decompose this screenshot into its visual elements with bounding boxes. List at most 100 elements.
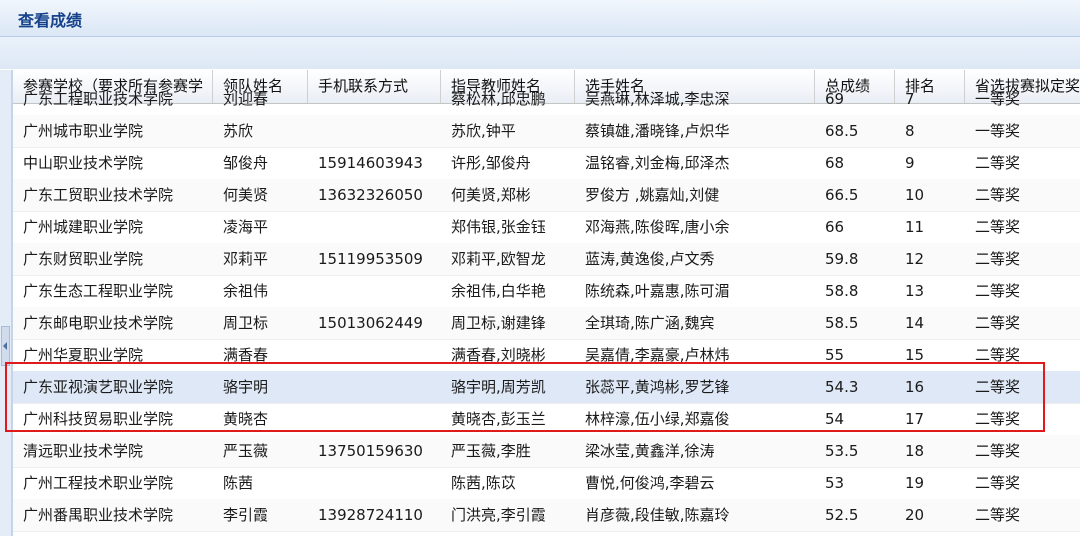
cell-award: 二等奖 bbox=[975, 154, 1021, 172]
cell-players: 蔡镇雄,潘晓锋,卢炽华 bbox=[585, 122, 730, 140]
cell-award: 二等奖 bbox=[975, 410, 1021, 428]
table-row[interactable]: 广州城建职业学院 凌海平 郑伟银,张金钰 邓海燕,陈俊晖,唐小余 66 11 二等奖 bbox=[13, 211, 1080, 244]
cell-teacher: 何美贤,郑彬 bbox=[451, 186, 531, 204]
cell-rank: 16 bbox=[905, 378, 925, 396]
table-row[interactable]: 广州城市职业学院 苏欣 苏欣,钟平 蔡镇雄,潘晓锋,卢炽华 68.5 8 一等奖 bbox=[13, 115, 1080, 148]
cell-rank: 7 bbox=[905, 90, 915, 108]
table-row[interactable]: 广东邮电职业技术学院 周卫标 15013062449 周卫标,谢建锋 全琪琦,陈广涵,魏… bbox=[13, 307, 1080, 340]
cell-teacher: 蔡松林,邱忠鹏 bbox=[451, 90, 546, 108]
table-row[interactable]: 清远职业技术学院 严玉薇 13750159630 严玉薇,李胜 梁冰莹,黄鑫洋,徐涛 53… bbox=[13, 435, 1080, 468]
cell-leader: 周卫标 bbox=[223, 314, 269, 332]
cell-award: 二等奖 bbox=[975, 442, 1021, 460]
cell-award: 一等奖 bbox=[975, 90, 1021, 108]
cell-school: 清远职业技术学院 bbox=[23, 442, 144, 460]
cell-phone bbox=[308, 403, 441, 435]
cell-rank: 12 bbox=[905, 250, 925, 268]
cell-players: 全琪琦,陈广涵,魏宾 bbox=[585, 314, 715, 332]
cell-score: 68.5 bbox=[825, 122, 859, 140]
cell-rank: 17 bbox=[905, 410, 925, 428]
cell-phone: 15119953509 bbox=[318, 250, 423, 268]
cell-players: 罗俊方 ,姚嘉灿,刘健 bbox=[585, 186, 720, 204]
window-title: 查看成绩 bbox=[18, 11, 83, 30]
cell-school: 广州工程技术职业学院 bbox=[23, 474, 174, 492]
cell-score: 59.8 bbox=[825, 250, 859, 268]
table-row[interactable]: 广州科技贸易职业学院 黄晓杏 黄晓杏,彭玉兰 林梓濠,伍小绿,郑嘉俊 54 17 二等奖 bbox=[13, 403, 1080, 436]
cell-teacher: 邓莉平,欧智龙 bbox=[451, 250, 546, 268]
toolbar bbox=[0, 37, 1080, 69]
cell-school: 广东工程职业技术学院 bbox=[23, 90, 174, 108]
table-row[interactable]: 广州华夏职业学院 满香春 满香春,刘晓彬 吴嘉倩,李嘉豪,卢林炜 55 15 二等奖 bbox=[13, 339, 1080, 372]
table-row[interactable]: 广东工程职业技术学院 刘迎春 蔡松林,邱忠鹏 吴燕琳,林泽城,李忠深 69 7 一等奖 bbox=[13, 83, 1080, 116]
cell-phone bbox=[308, 467, 441, 499]
cell-rank: 8 bbox=[905, 122, 915, 140]
cell-award: 一等奖 bbox=[975, 122, 1021, 140]
cell-school: 广东工贸职业技术学院 bbox=[23, 186, 174, 204]
side-splitter[interactable] bbox=[0, 70, 12, 536]
cell-score: 66 bbox=[825, 218, 845, 236]
cell-phone bbox=[308, 371, 441, 403]
cell-score: 53.5 bbox=[825, 442, 859, 460]
cell-leader: 凌海平 bbox=[223, 218, 269, 236]
cell-school: 广州科技贸易职业学院 bbox=[23, 410, 174, 428]
cell-phone: 13928724110 bbox=[318, 506, 423, 524]
cell-teacher: 余祖伟,白华艳 bbox=[451, 282, 546, 300]
cell-award: 二等奖 bbox=[975, 186, 1021, 204]
cell-leader: 满香春 bbox=[223, 346, 269, 364]
cell-score: 54.3 bbox=[825, 378, 859, 396]
cell-leader: 陈茜 bbox=[223, 474, 254, 492]
cell-school: 广州番禺职业技术学院 bbox=[23, 506, 174, 524]
cell-school: 中山职业技术学院 bbox=[23, 154, 144, 172]
table-row[interactable]: 广州工程技术职业学院 陈茜 陈茜,陈苡 曹悦,何俊鸿,李碧云 53 19 二等奖 bbox=[13, 467, 1080, 500]
table-row[interactable]: 广东财贸职业学院 邓莉平 15119953509 邓莉平,欧智龙 蓝涛,黄逸俊,卢文秀 5… bbox=[13, 243, 1080, 276]
cell-award: 二等奖 bbox=[975, 506, 1021, 524]
cell-phone: 15914603943 bbox=[318, 154, 423, 172]
cell-award: 二等奖 bbox=[975, 282, 1021, 300]
table-row[interactable]: 广州番禺职业技术学院 李引霞 13928724110 门洪亮,李引霞 肖彦薇,段佳敏,陈… bbox=[13, 499, 1080, 532]
table-row[interactable]: 中山职业技术学院 邹俊舟 15914603943 许彤,邹俊舟 温铭睿,刘金梅,邱泽杰 6… bbox=[13, 147, 1080, 180]
cell-leader: 李引霞 bbox=[223, 506, 269, 524]
score-grid: 参赛学校（要求所有参赛学 领队姓名 手机联系方式 指导教师姓名 选手姓名 总成绩… bbox=[12, 70, 1080, 536]
cell-players: 蓝涛,黄逸俊,卢文秀 bbox=[585, 250, 715, 268]
cell-players: 张蕊平,黄鸿彬,罗艺锋 bbox=[585, 378, 730, 396]
cell-players: 吴燕琳,林泽城,李忠深 bbox=[585, 90, 730, 108]
cell-teacher: 门洪亮,李引霞 bbox=[451, 506, 546, 524]
table-row[interactable]: 广东工贸职业技术学院 何美贤 13632326050 何美贤,郑彬 罗俊方 ,姚嘉灿,刘… bbox=[13, 179, 1080, 212]
cell-teacher: 郑伟银,张金钰 bbox=[451, 218, 546, 236]
cell-score: 69 bbox=[825, 90, 845, 108]
cell-teacher: 周卫标,谢建锋 bbox=[451, 314, 546, 332]
cell-phone: 15013062449 bbox=[318, 314, 423, 332]
cell-phone bbox=[308, 339, 441, 371]
cell-rank: 20 bbox=[905, 506, 925, 524]
table-row[interactable]: 广东生态工程职业学院 余祖伟 余祖伟,白华艳 陈统森,叶嘉惠,陈可湄 58.8 13 二等奖 bbox=[13, 275, 1080, 308]
cell-leader: 骆宇明 bbox=[223, 378, 269, 396]
cell-teacher: 陈茜,陈苡 bbox=[451, 474, 516, 492]
cell-leader: 何美贤 bbox=[223, 186, 269, 204]
cell-award: 二等奖 bbox=[975, 474, 1021, 492]
cell-players: 曹悦,何俊鸿,李碧云 bbox=[585, 474, 715, 492]
cell-rank: 11 bbox=[905, 218, 925, 236]
cell-award: 二等奖 bbox=[975, 314, 1021, 332]
cell-players: 邓海燕,陈俊晖,唐小余 bbox=[585, 218, 730, 236]
cell-school: 广东亚视演艺职业学院 bbox=[23, 378, 174, 396]
cell-score: 58.5 bbox=[825, 314, 859, 332]
cell-phone bbox=[308, 115, 441, 147]
cell-rank: 18 bbox=[905, 442, 925, 460]
cell-rank: 19 bbox=[905, 474, 925, 492]
cell-players: 陈统森,叶嘉惠,陈可湄 bbox=[585, 282, 730, 300]
collapse-arrow-icon[interactable] bbox=[1, 326, 10, 366]
cell-score: 68 bbox=[825, 154, 845, 172]
window-title-bar: 查看成绩 bbox=[0, 0, 1080, 37]
cell-phone: 13750159630 bbox=[318, 442, 423, 460]
cell-score: 53 bbox=[825, 474, 845, 492]
cell-leader: 邹俊舟 bbox=[223, 154, 269, 172]
cell-leader: 邓莉平 bbox=[223, 250, 269, 268]
cell-rank: 15 bbox=[905, 346, 925, 364]
cell-leader: 刘迎春 bbox=[223, 90, 269, 108]
cell-teacher: 苏欣,钟平 bbox=[451, 122, 516, 140]
cell-award: 二等奖 bbox=[975, 250, 1021, 268]
cell-school: 广州华夏职业学院 bbox=[23, 346, 144, 364]
table-row[interactable]: 广东亚视演艺职业学院 骆宇明 骆宇明,周芳凯 张蕊平,黄鸿彬,罗艺锋 54.3 16 二等奖 bbox=[13, 371, 1080, 404]
cell-award: 二等奖 bbox=[975, 346, 1021, 364]
cell-rank: 10 bbox=[905, 186, 925, 204]
cell-rank: 14 bbox=[905, 314, 925, 332]
